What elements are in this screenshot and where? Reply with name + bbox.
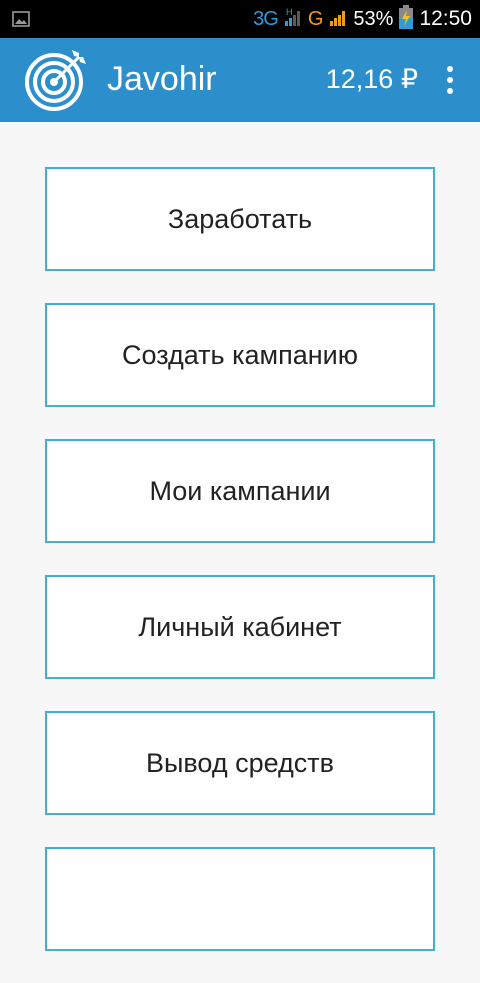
- withdraw-funds-button[interactable]: Вывод средств: [45, 711, 435, 815]
- app-bar: Javohir 12,16 ₽: [0, 38, 480, 122]
- battery-charging-icon: [399, 5, 414, 33]
- network-3g-indicator: 3G: [253, 7, 279, 30]
- signal-icon: H: [284, 7, 302, 31]
- image-notification-icon: [12, 11, 30, 31]
- menu-button-partial[interactable]: [45, 847, 435, 951]
- app-title: Javohir: [107, 60, 217, 98]
- main-menu: Заработать Создать кампанию Мои кампании…: [45, 167, 435, 983]
- network-g-indicator: G: [307, 7, 324, 30]
- create-campaign-button[interactable]: Создать кампанию: [45, 303, 435, 407]
- overflow-menu-icon[interactable]: [444, 66, 456, 94]
- my-campaigns-button[interactable]: Мои кампании: [45, 439, 435, 543]
- signal-icon-2: [329, 7, 347, 31]
- earn-button[interactable]: Заработать: [45, 167, 435, 271]
- personal-account-button[interactable]: Личный кабинет: [45, 575, 435, 679]
- battery-percent: 53%: [353, 7, 394, 30]
- balance: 12,16 ₽: [325, 64, 418, 94]
- network-h-indicator: H: [286, 7, 293, 17]
- status-bar: 3G H G 53% 12:50: [0, 0, 480, 38]
- clock: 12:50: [419, 7, 472, 30]
- target-logo-icon: [24, 48, 88, 112]
